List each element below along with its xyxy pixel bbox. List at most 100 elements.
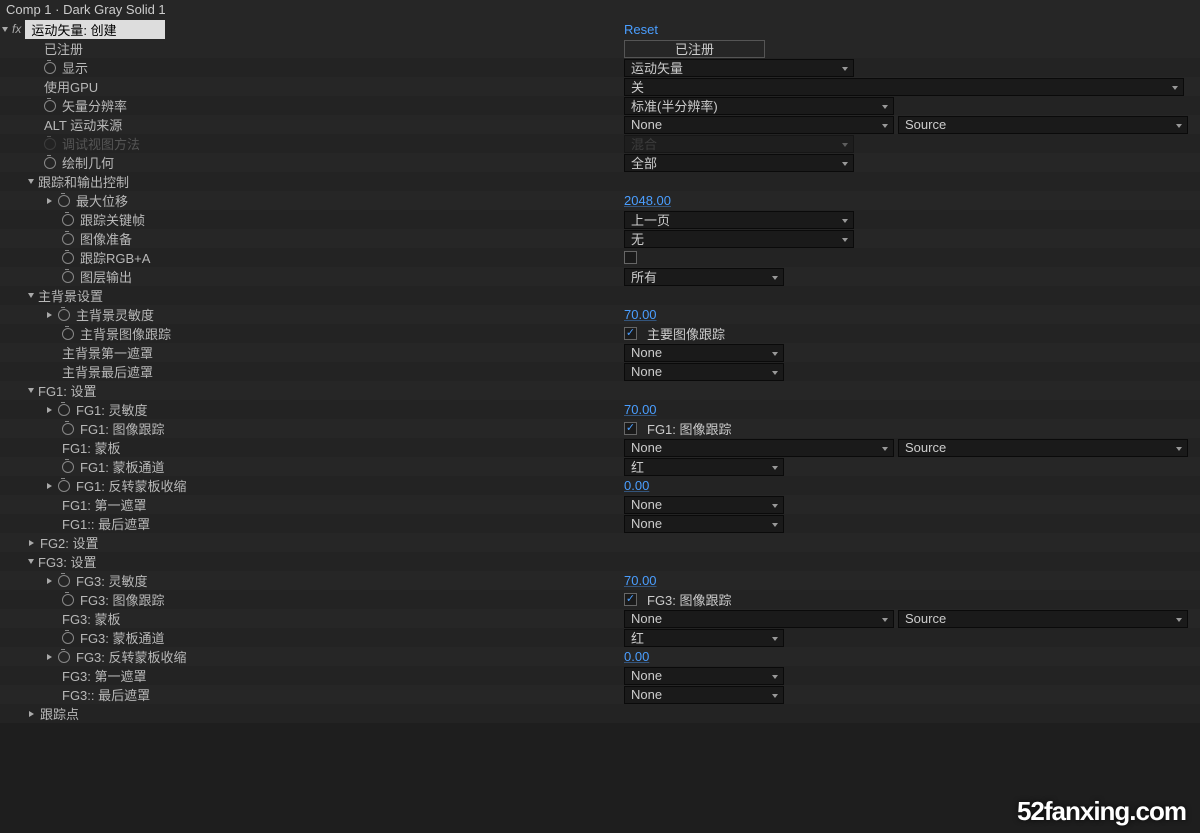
twirl-icon[interactable] (28, 179, 34, 184)
stopwatch-icon[interactable] (58, 404, 70, 416)
fg1-chan-dropdown[interactable]: 红 (624, 458, 784, 476)
twirl-icon[interactable] (47, 407, 52, 413)
fg1-sens-value[interactable]: 70.00 (624, 402, 657, 417)
prop-label: 已注册 (44, 39, 83, 58)
stopwatch-icon[interactable] (62, 632, 74, 644)
mbg-m1-dropdown[interactable]: None (624, 344, 784, 362)
prop-label: 跟踪关键帧 (80, 210, 145, 229)
prop-label: 矢量分辨率 (62, 96, 127, 115)
prop-label: FG1: 反转蒙板收缩 (76, 476, 187, 495)
prop-label: FG1: 蒙板通道 (80, 457, 165, 476)
prop-label: ALT 运动来源 (44, 115, 122, 134)
stopwatch-icon[interactable] (62, 252, 74, 264)
prop-label: FG3: 第一遮罩 (62, 666, 147, 685)
stopwatch-icon[interactable] (62, 271, 74, 283)
registered-box: 已注册 (624, 40, 765, 58)
mbg-mL-dropdown[interactable]: None (624, 363, 784, 381)
fg1-track-checkbox[interactable] (624, 422, 637, 435)
stopwatch-icon[interactable] (62, 594, 74, 606)
stopwatch-icon[interactable] (58, 651, 70, 663)
prop-label: 主背景灵敏度 (76, 305, 154, 324)
twirl-icon[interactable] (28, 293, 34, 298)
group-label: FG2: 设置 (40, 533, 99, 552)
group-label: FG3: 设置 (38, 552, 97, 571)
prop-label: FG1: 灵敏度 (76, 400, 148, 419)
display-dropdown[interactable]: 运动矢量 (624, 59, 854, 77)
prop-label: FG3: 蒙板 (62, 609, 121, 628)
group-label: 主背景设置 (38, 286, 103, 305)
prop-label: FG3: 图像跟踪 (80, 590, 165, 609)
fg3-m1-dropdown[interactable]: None (624, 667, 784, 685)
effect-row: fx 运动矢量: 创建 Reset (0, 19, 1200, 39)
fg3-matte-dropdown[interactable]: None (624, 610, 894, 628)
effect-name[interactable]: 运动矢量: 创建 (25, 20, 165, 39)
reset-link[interactable]: Reset (624, 22, 658, 37)
fg3-sens-value[interactable]: 70.00 (624, 573, 657, 588)
stopwatch-icon[interactable] (44, 157, 56, 169)
vecres-dropdown[interactable]: 标准(半分辨率) (624, 97, 894, 115)
twirl-icon[interactable] (28, 559, 34, 564)
fg3-source-dropdown[interactable]: Source (898, 610, 1188, 628)
alt-source-dropdown[interactable]: Source (898, 116, 1188, 134)
fx-icon[interactable]: fx (12, 22, 21, 36)
prop-label: 主背景图像跟踪 (80, 324, 171, 343)
rgba-checkbox[interactable] (624, 251, 637, 264)
prop-label: FG1: 第一遮罩 (62, 495, 147, 514)
stopwatch-icon[interactable] (62, 233, 74, 245)
gpu-dropdown[interactable]: 关 (624, 78, 1184, 96)
stopwatch-icon[interactable] (44, 100, 56, 112)
prop-label: FG3: 灵敏度 (76, 571, 148, 590)
checkbox-label: 主要图像跟踪 (647, 324, 725, 343)
prop-label: 图像准备 (80, 229, 132, 248)
watermark: 52fanxing.com (1017, 796, 1186, 827)
stopwatch-icon[interactable] (62, 328, 74, 340)
layerout-dropdown[interactable]: 所有 (624, 268, 784, 286)
prop-label: FG1: 蒙板 (62, 438, 121, 457)
stopwatch-icon[interactable] (58, 309, 70, 321)
prop-label: 图层输出 (80, 267, 132, 286)
fg1-m1-dropdown[interactable]: None (624, 496, 784, 514)
prop-label: 主背景第一遮罩 (62, 343, 153, 362)
checkbox-label: FG3: 图像跟踪 (647, 590, 732, 609)
stopwatch-icon[interactable] (62, 461, 74, 473)
stopwatch-icon[interactable] (62, 214, 74, 226)
twirl-icon[interactable] (47, 578, 52, 584)
stopwatch-icon[interactable] (44, 62, 56, 74)
twirl-icon[interactable] (28, 388, 34, 393)
prop-label: 使用GPU (44, 77, 98, 96)
prop-label: 最大位移 (76, 191, 128, 210)
prop-label: FG1:: 最后遮罩 (62, 514, 150, 533)
maxdisp-value[interactable]: 2048.00 (624, 193, 671, 208)
mbg-sens-value[interactable]: 70.00 (624, 307, 657, 322)
stopwatch-icon[interactable] (58, 480, 70, 492)
stopwatch-icon[interactable] (58, 195, 70, 207)
fg1-mL-dropdown[interactable]: None (624, 515, 784, 533)
stopwatch-icon[interactable] (58, 575, 70, 587)
prop-label: FG3: 反转蒙板收缩 (76, 647, 187, 666)
fg3-chan-dropdown[interactable]: 红 (624, 629, 784, 647)
fg1-source-dropdown[interactable]: Source (898, 439, 1188, 457)
fg1-inv-value[interactable]: 0.00 (624, 478, 649, 493)
fg3-inv-value[interactable]: 0.00 (624, 649, 649, 664)
fg3-mL-dropdown[interactable]: None (624, 686, 784, 704)
twirl-icon[interactable] (47, 312, 52, 318)
imgprep-dropdown[interactable]: 无 (624, 230, 854, 248)
twirl-icon[interactable] (29, 711, 34, 717)
twirl-icon[interactable] (2, 27, 8, 32)
property-list: 已注册已注册 显示运动矢量 使用GPU关 矢量分辨率标准(半分辨率) ALT 运… (0, 39, 1200, 723)
alt-src-dropdown[interactable]: None (624, 116, 894, 134)
trackkey-dropdown[interactable]: 上一页 (624, 211, 854, 229)
stopwatch-icon (44, 138, 56, 150)
twirl-icon[interactable] (47, 654, 52, 660)
twirl-icon[interactable] (29, 540, 34, 546)
checkbox-label: FG1: 图像跟踪 (647, 419, 732, 438)
mbg-track-checkbox[interactable] (624, 327, 637, 340)
debug-dropdown: 混合 (624, 135, 854, 153)
twirl-icon[interactable] (47, 483, 52, 489)
stopwatch-icon[interactable] (62, 423, 74, 435)
fg3-track-checkbox[interactable] (624, 593, 637, 606)
group-label: 跟踪点 (40, 704, 79, 723)
twirl-icon[interactable] (47, 198, 52, 204)
fg1-matte-dropdown[interactable]: None (624, 439, 894, 457)
geom-dropdown[interactable]: 全部 (624, 154, 854, 172)
